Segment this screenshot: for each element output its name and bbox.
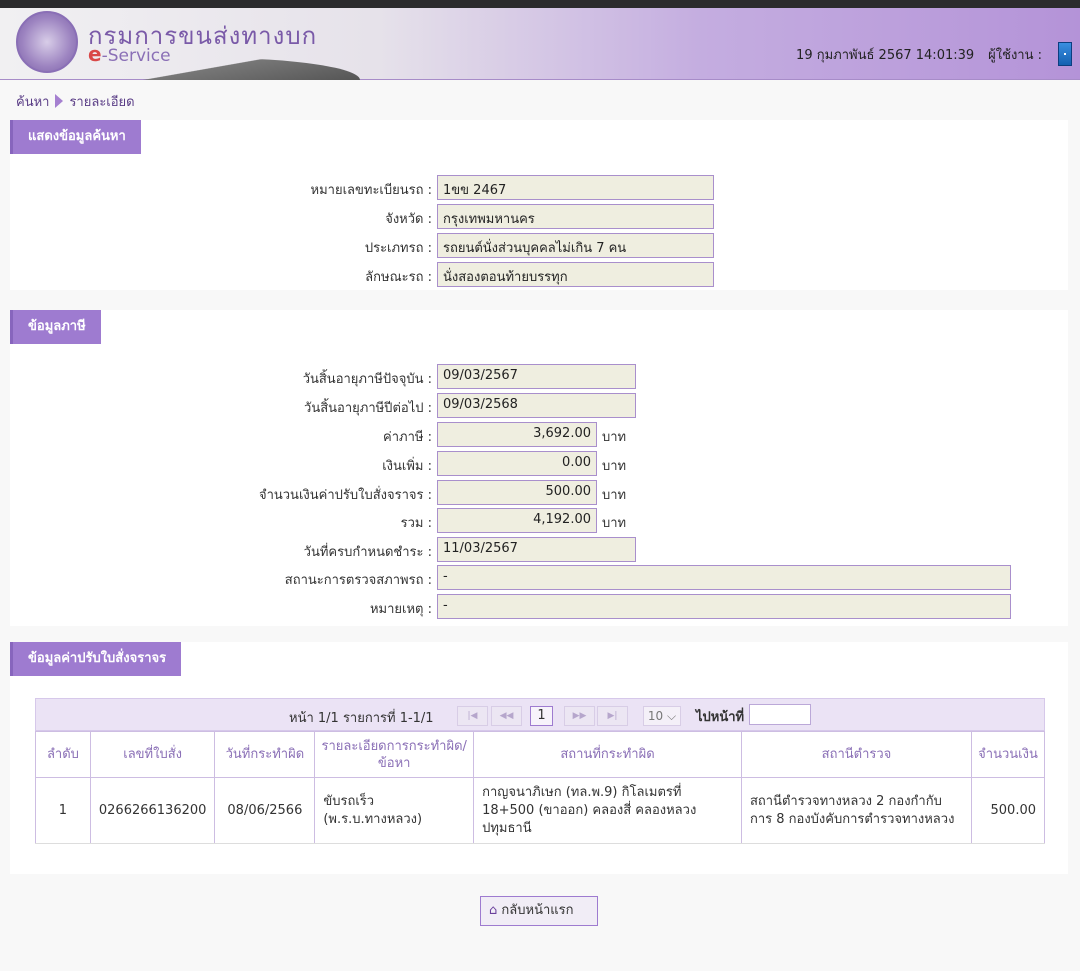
column-header: เลขที่ใบสั่ง [89, 731, 216, 778]
breadcrumb-search[interactable]: ค้นหา [16, 95, 49, 110]
field-value: กรุงเทพมหานคร [437, 204, 714, 229]
field-value: 4,192.00 [437, 508, 597, 533]
form-row: จำนวนเงินค่าปรับใบสั่งจราจร : 500.00 บาท [0, 480, 1080, 505]
table-cell: สถานีตำรวจทางหลวง 2 กองกำกับการ 8 กองบัง… [740, 777, 973, 844]
field-label: จำนวนเงินค่าปรับใบสั่งจราจร : [258, 488, 432, 503]
field-label: หมายเลขทะเบียนรถ : [310, 183, 432, 198]
field-label: ลักษณะรถ : [365, 270, 432, 285]
field-label: วันสิ้นอายุภาษีปัจจุบัน : [302, 372, 432, 387]
field-label: เงินเพิ่ม : [382, 459, 432, 474]
table-cell: 08/06/2566 [214, 777, 316, 844]
field-value: 11/03/2567 [437, 537, 636, 562]
prev-page-button[interactable]: ◀◀ [491, 706, 522, 726]
road-graphic [120, 58, 360, 80]
header-info: 19 กุมภาพันธ์ 2567 14:01:39 ผู้ใช้งาน : [782, 44, 1042, 65]
field-label: ค่าภาษี : [383, 430, 432, 445]
field-label: จังหวัด : [385, 212, 432, 227]
field-value: 1ขข 2467 [437, 175, 714, 200]
form-row: ประเภทรถ : รถยนต์นั่งส่วนบุคคลไม่เกิน 7 ค… [0, 233, 1080, 258]
search-section-title: แสดงข้อมูลค้นหา [10, 120, 141, 154]
form-row: วันที่ครบกำหนดชำระ : 11/03/2567 [0, 537, 1080, 562]
field-label: วันที่ครบกำหนดชำระ : [303, 545, 432, 560]
dlt-seal-logo [16, 11, 78, 73]
page-size-select[interactable]: 10 ⌵ [643, 706, 681, 726]
field-label: หมายเหตุ : [369, 602, 432, 617]
breadcrumb-detail: รายละเอียด [69, 95, 135, 110]
field-label: ประเภทรถ : [364, 241, 432, 256]
form-row: วันสิ้นอายุภาษีปัจจุบัน : 09/03/2567 [0, 364, 1080, 389]
pager-info: หน้า 1/1 รายการที่ 1-1/1 [289, 711, 434, 726]
table-row: 1 0266266136200 08/06/2566 ขับรถเร็ว (พ.ร.บ… [35, 777, 1045, 844]
page-size-value: 10 [647, 709, 664, 723]
unit-label: บาท [602, 516, 627, 531]
field-value: - [437, 594, 1011, 619]
form-row: รวม : 4,192.00 บาท [0, 508, 1080, 533]
field-label: วันสิ้นอายุภาษีปีต่อไป : [304, 401, 432, 416]
column-header: วันที่กระทำผิด [214, 731, 316, 778]
current-page[interactable]: 1 [530, 706, 553, 726]
fines-table: ลำดับ เลขที่ใบสั่ง วันที่กระทำผิด รายละเอีย… [35, 731, 1045, 844]
pager: หน้า 1/1 รายการที่ 1-1/1 |◀ ◀◀ 1 ▶▶ ▶| 1… [35, 698, 1045, 731]
form-row: เงินเพิ่ม : 0.00 บาท [0, 451, 1080, 476]
arrow-right-icon [55, 94, 64, 108]
column-header: สถานที่กระทำผิด [473, 731, 742, 778]
field-value: 09/03/2568 [437, 393, 636, 418]
back-home-button[interactable]: ⌂ กลับหน้าแรก [480, 896, 598, 926]
back-home-label: กลับหน้าแรก [501, 903, 574, 918]
column-header: รายละเอียดการกระทำผิด/ข้อหา [314, 731, 475, 778]
site-header: กรมการขนส่งทางบก e-Service 19 กุมภาพันธ์… [0, 8, 1080, 80]
form-row: จังหวัด : กรุงเทพมหานคร [0, 204, 1080, 229]
fine-section-title: ข้อมูลค่าปรับใบสั่งจราจร [10, 642, 182, 676]
top-bar [0, 0, 1080, 8]
tax-section-title: ข้อมูลภาษี [10, 310, 101, 344]
form-row: ค่าภาษี : 3,692.00 บาท [0, 422, 1080, 447]
field-label: รวม : [400, 516, 432, 531]
field-value: 09/03/2567 [437, 364, 636, 389]
table-cell: 1 [35, 777, 91, 844]
form-row: วันสิ้นอายุภาษีปีต่อไป : 09/03/2568 [0, 393, 1080, 418]
column-header: ลำดับ [35, 731, 91, 778]
first-page-button[interactable]: |◀ [457, 706, 488, 726]
field-value: - [437, 565, 1011, 590]
last-page-button[interactable]: ▶| [597, 706, 628, 726]
table-cell: 0266266136200 [89, 777, 216, 844]
field-value: 0.00 [437, 451, 597, 476]
datetime: 19 กุมภาพันธ์ 2567 14:01:39 [796, 48, 975, 63]
table-cell: 500.00 [971, 777, 1045, 844]
table-cell: ขับรถเร็ว (พ.ร.บ.ทางหลวง) [314, 777, 475, 844]
field-label: สถานะการตรวจสภาพรถ : [284, 573, 432, 588]
home-icon: ⌂ [489, 903, 498, 918]
unit-label: บาท [602, 430, 627, 445]
column-header: สถานีตำรวจ [740, 731, 973, 778]
logo-e: e [88, 42, 102, 66]
unit-label: บาท [602, 459, 627, 474]
logout-door-icon[interactable] [1058, 42, 1072, 66]
goto-page-input[interactable] [749, 704, 811, 725]
table-cell: กาญจนาภิเษก (ทล.พ.9) กิโลเมตรที่ 18+500 … [473, 777, 742, 844]
field-value: นั่งสองตอนท้ายบรรทุก [437, 262, 714, 287]
field-value: 500.00 [437, 480, 597, 505]
column-header: จำนวนเงิน [971, 731, 1045, 778]
form-row: ลักษณะรถ : นั่งสองตอนท้ายบรรทุก [0, 262, 1080, 287]
form-row: หมายเหตุ :- [0, 594, 1080, 619]
goto-label: ไปหน้าที่ [696, 710, 745, 725]
form-row: สถานะการตรวจสภาพรถ :- [0, 565, 1080, 590]
next-page-button[interactable]: ▶▶ [564, 706, 595, 726]
table-header-row: ลำดับ เลขที่ใบสั่ง วันที่กระทำผิด รายละเอีย… [35, 731, 1045, 778]
form-row: หมายเลขทะเบียนรถ : 1ขข 2467 [0, 175, 1080, 200]
user-label: ผู้ใช้งาน : [988, 48, 1042, 63]
field-value: 3,692.00 [437, 422, 597, 447]
breadcrumb: ค้นหา รายละเอียด [16, 91, 135, 112]
unit-label: บาท [602, 488, 627, 503]
field-value: รถยนต์นั่งส่วนบุคคลไม่เกิน 7 คน [437, 233, 714, 258]
